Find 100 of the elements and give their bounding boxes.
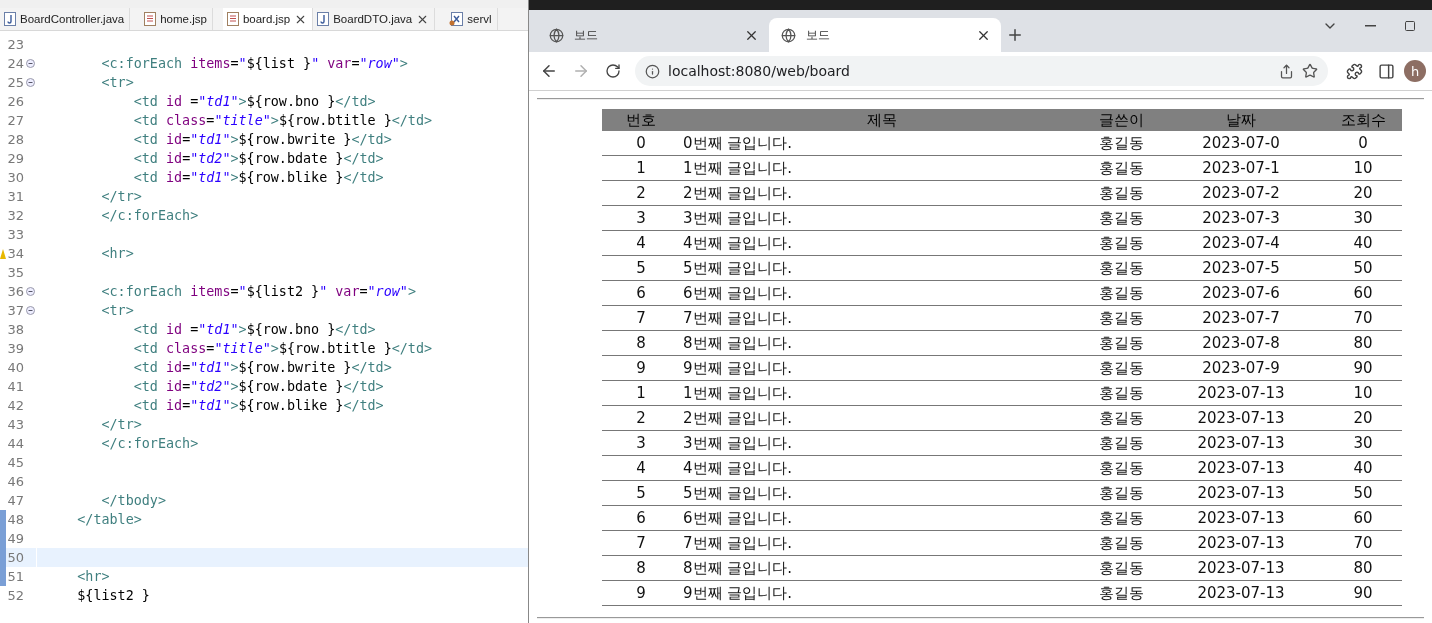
line-number: 27 [6,113,24,128]
table-cell: 20 [1324,406,1402,431]
column-header: 글쓴이 [1084,109,1158,131]
table-cell: 2023-07-1 [1158,156,1324,181]
table-cell: 홍길동 [1084,331,1158,356]
collapse-icon[interactable] [25,306,35,315]
collapse-icon[interactable] [25,78,35,87]
table-cell: 홍길동 [1084,306,1158,331]
table-cell: 2023-07-7 [1158,306,1324,331]
address-bar[interactable]: localhost:8080/web/board [635,56,1328,86]
table-cell: 2023-07-13 [1158,456,1324,481]
column-header: 제목 [680,109,1084,131]
table-cell: 3번째 글입니다. [680,431,1084,456]
table-cell: 20 [1324,181,1402,206]
forward-arrow-icon [572,62,590,80]
table-cell: 7 [602,531,680,556]
line-number: 24 [6,56,24,71]
table-cell: 홍길동 [1084,156,1158,181]
code-line: <c:forEach items="${list }" var="row"> [100,56,408,71]
table-cell: 4번째 글입니다. [680,231,1084,256]
line-number: 46 [6,474,24,489]
collapse-icon[interactable] [25,287,35,296]
table-cell: 60 [1324,506,1402,531]
table-cell: 9 [602,356,680,381]
table-cell: 0 [1324,131,1402,156]
table-cell: 3 [602,206,680,231]
table-cell: 7번째 글입니다. [680,531,1084,556]
bookmark-star-icon[interactable] [1302,63,1318,79]
code-line: <td id="td2">${row.bdate }</td> [132,151,384,166]
browser-tab[interactable]: 보드 [537,18,769,52]
table-cell: 90 [1324,356,1402,381]
table-cell: 2023-07-3 [1158,206,1324,231]
share-icon[interactable] [1279,63,1294,79]
side-panel-icon [1377,62,1395,80]
code-line: </table> [76,512,142,527]
table-cell: 5번째 글입니다. [680,256,1084,281]
table-cell: 홍길동 [1084,406,1158,431]
line-number: 35 [6,265,24,280]
line-number: 30 [6,170,24,185]
table-cell: 90 [1324,581,1402,606]
info-icon[interactable] [645,63,660,79]
line-number: 52 [6,588,24,603]
code-line: <c:forEach items="${list2 }" var="row"> [100,284,416,299]
code-line: <td id ="td1">${row.bno }</td> [132,322,376,337]
table-cell: 2023-07-13 [1158,506,1324,531]
code-line: <td class="title">${row.btitle }</td> [132,341,433,356]
maximize-icon [1404,20,1416,32]
table-cell: 2023-07-13 [1158,406,1324,431]
line-number: 43 [6,417,24,432]
line-number: 28 [6,132,24,147]
line-number: 48 [6,512,24,527]
table-cell: 2023-07-13 [1158,531,1324,556]
plus-icon [1006,26,1024,44]
code-line: </c:forEach> [100,208,199,223]
table-cell: 80 [1324,556,1402,581]
table-cell: 40 [1324,456,1402,481]
line-number: 38 [6,322,24,337]
table-cell: 9번째 글입니다. [680,581,1084,606]
reload-icon [605,63,621,79]
table-cell: 6번째 글입니다. [680,281,1084,306]
java-file-icon [317,12,330,26]
code-line: </tr> [100,189,142,204]
table-cell: 7 [602,306,680,331]
collapse-icon[interactable] [25,59,35,68]
table-cell: 80 [1324,331,1402,356]
line-number: 42 [6,398,24,413]
table-cell: 2 [602,181,680,206]
table-cell: 9 [602,581,680,606]
table-cell: 50 [1324,481,1402,506]
table-cell: 40 [1324,231,1402,256]
java-file-icon [4,12,16,26]
table-cell: 홍길동 [1084,456,1158,481]
line-number: 26 [6,94,24,109]
table-cell: 6 [602,506,680,531]
table-cell: 홍길동 [1084,531,1158,556]
code-line: <td id="td1">${row.bwrite }</td> [132,360,392,375]
table-cell: 2 [602,406,680,431]
table-cell: 1 [602,381,680,406]
table-cell: 홍길동 [1084,281,1158,306]
globe-icon [781,27,796,43]
table-cell: 홍길동 [1084,206,1158,231]
table-cell: 50 [1324,256,1402,281]
table-cell: 6번째 글입니다. [680,506,1084,531]
document-file-icon [144,12,157,26]
profile-avatar[interactable]: h [1404,60,1426,82]
xml-file-icon [449,12,464,26]
browser-tab[interactable]: 보드 [769,18,1001,52]
line-number: 34 [6,246,24,261]
table-cell: 2023-07-9 [1158,356,1324,381]
globe-icon [549,27,564,43]
table-cell: 30 [1324,206,1402,231]
table-cell: 1 [602,156,680,181]
puzzle-icon [1345,62,1363,80]
table-cell: 70 [1324,306,1402,331]
table-cell: 4 [602,456,680,481]
table-cell: 홍길동 [1084,481,1158,506]
code-line: <tr> [100,75,134,90]
table-cell: 1번째 글입니다. [680,381,1084,406]
editor-tab[interactable]: board.jsp [222,8,314,30]
code-line: <td id="td1">${row.bwrite }</td> [132,132,392,147]
